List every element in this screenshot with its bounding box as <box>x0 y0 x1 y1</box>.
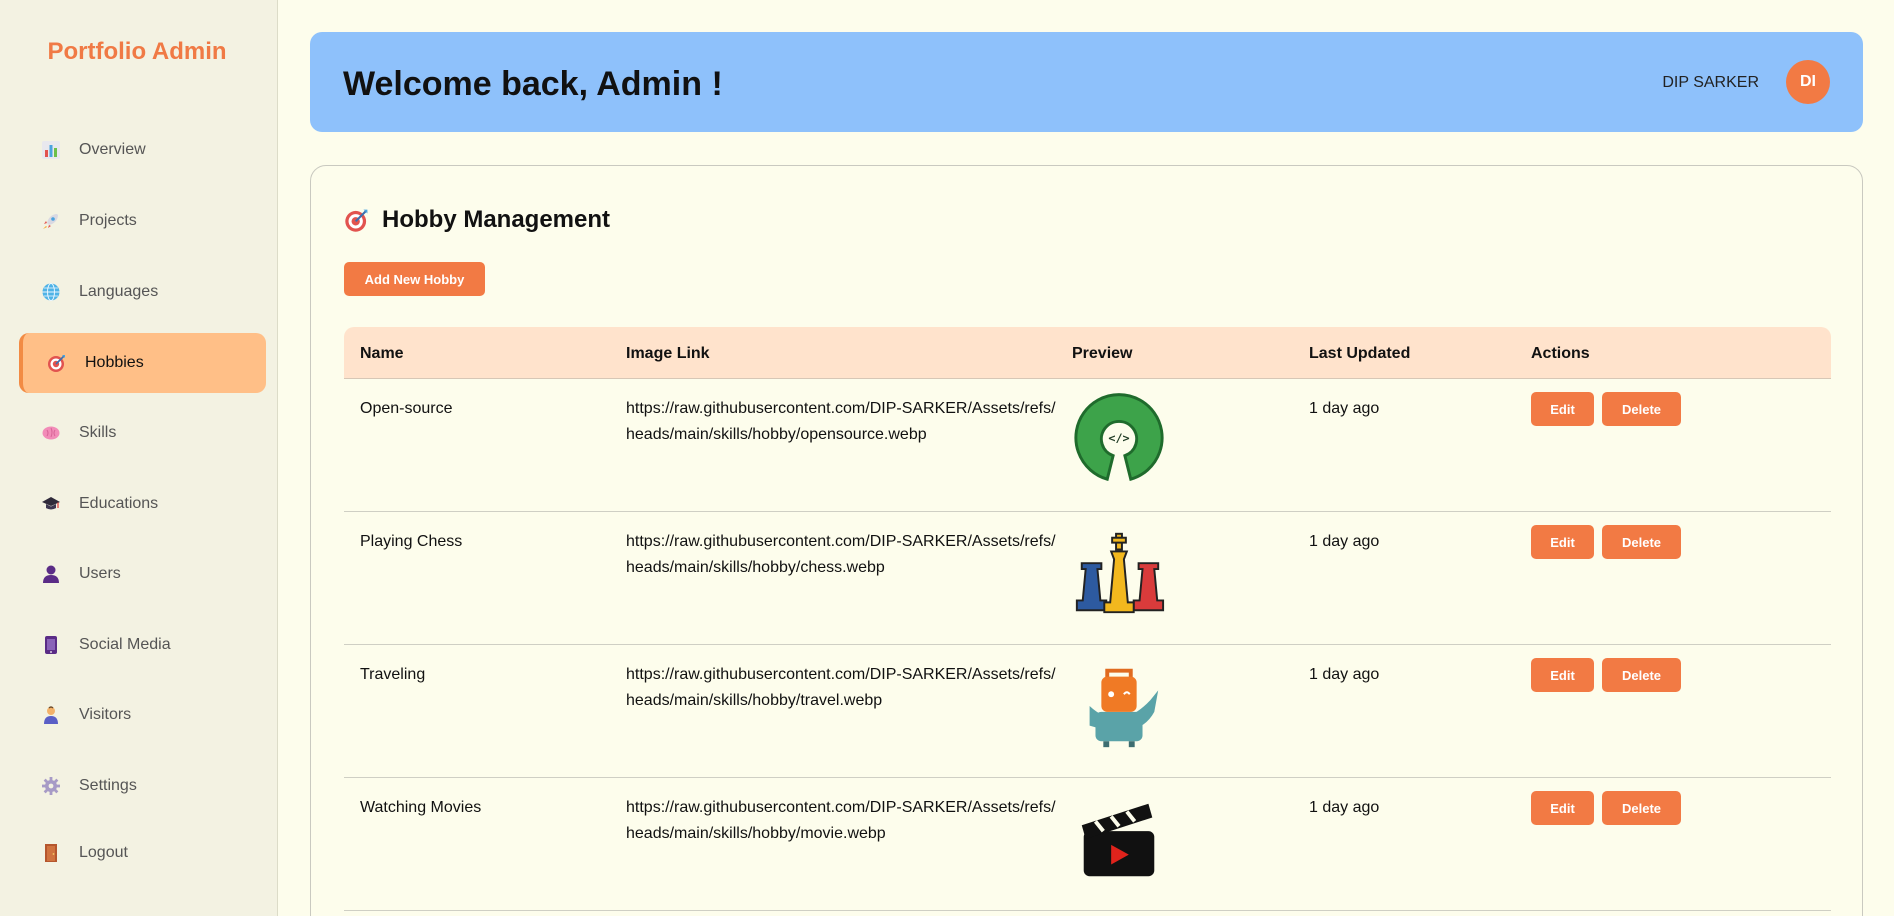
row-actions: Edit Delete <box>1531 658 1681 692</box>
open-source-icon: </> <box>1070 391 1168 489</box>
sidebar-item-settings[interactable]: Settings <box>19 756 266 816</box>
column-header-last-updated: Last Updated <box>1309 345 1411 362</box>
table-row: Playing Chess https://raw.githubusercont… <box>344 512 1831 645</box>
hobby-table: Name Image Link Preview Last Updated Act… <box>344 327 1831 911</box>
sidebar-item-hobbies[interactable]: Hobbies <box>19 333 266 393</box>
row-actions: Edit Delete <box>1531 392 1681 426</box>
sidebar-item-label: Visitors <box>79 706 132 723</box>
hobby-management-panel: Hobby Management Add New Hobby Name Imag… <box>310 165 1863 916</box>
delete-button[interactable]: Delete <box>1602 658 1681 692</box>
welcome-header: Welcome back, Admin ! DIP SARKER DI <box>310 32 1863 132</box>
sidebar-item-skills[interactable]: Skills <box>19 403 266 463</box>
sidebar-item-label: Educations <box>79 495 159 512</box>
user-name: DIP SARKER <box>1662 74 1759 91</box>
sidebar-item-label: Settings <box>79 777 137 794</box>
delete-button[interactable]: Delete <box>1602 525 1681 559</box>
row-actions: Edit Delete <box>1531 791 1681 825</box>
gear-icon <box>41 776 61 796</box>
edit-button[interactable]: Edit <box>1531 392 1594 426</box>
last-updated: 1 day ago <box>1309 799 1380 816</box>
table-row: Open-source https://raw.githubuserconten… <box>344 379 1831 512</box>
delete-button[interactable]: Delete <box>1602 791 1681 825</box>
last-updated: 1 day ago <box>1309 666 1380 683</box>
edit-button[interactable]: Edit <box>1531 658 1594 692</box>
target-icon <box>344 207 370 233</box>
rocket-icon <box>41 211 61 231</box>
delete-button[interactable]: Delete <box>1602 392 1681 426</box>
sidebar-item-visitors[interactable]: Visitors <box>19 685 266 745</box>
globe-icon <box>41 282 61 302</box>
sidebar: Portfolio Admin Overview Projects Langua… <box>0 0 278 916</box>
hobby-name: Watching Movies <box>360 799 482 816</box>
brain-icon <box>41 423 61 443</box>
row-actions: Edit Delete <box>1531 525 1681 559</box>
chess-pieces-icon <box>1070 524 1168 622</box>
sidebar-item-social-media[interactable]: Social Media <box>19 615 266 675</box>
welcome-title: Welcome back, Admin ! <box>343 65 723 103</box>
column-header-image-link: Image Link <box>626 345 710 362</box>
hobby-name: Open-source <box>360 400 453 417</box>
column-header-preview: Preview <box>1072 345 1133 362</box>
edit-button[interactable]: Edit <box>1531 525 1594 559</box>
clapperboard-icon <box>1070 790 1168 888</box>
door-icon <box>41 843 61 863</box>
avatar[interactable]: DI <box>1786 60 1830 104</box>
phone-icon <box>41 635 61 655</box>
user-icon <box>41 564 61 584</box>
sidebar-item-label: Overview <box>79 141 146 158</box>
sidebar-item-label: Projects <box>79 212 137 229</box>
image-link: https://raw.githubusercontent.com/DIP-SA… <box>626 533 1056 576</box>
add-new-hobby-button[interactable]: Add New Hobby <box>344 262 485 296</box>
hobby-name: Playing Chess <box>360 533 463 550</box>
last-updated: 1 day ago <box>1309 533 1380 550</box>
column-header-actions: Actions <box>1531 345 1590 362</box>
page-title-text: Hobby Management <box>382 206 611 233</box>
sidebar-item-label: Logout <box>79 844 128 861</box>
brand-title: Portfolio Admin <box>47 38 227 65</box>
sidebar-item-projects[interactable]: Projects <box>19 191 266 251</box>
target-icon <box>47 353 67 373</box>
sidebar-item-logout[interactable]: Logout <box>19 823 266 883</box>
svg-text:</>: </> <box>1108 431 1129 445</box>
image-link: https://raw.githubusercontent.com/DIP-SA… <box>626 799 1056 842</box>
image-link: https://raw.githubusercontent.com/DIP-SA… <box>626 666 1056 709</box>
table-header: Name Image Link Preview Last Updated Act… <box>344 327 1831 379</box>
sidebar-item-label: Hobbies <box>85 354 144 371</box>
sidebar-item-label: Languages <box>79 283 159 300</box>
table-row: Traveling https://raw.githubusercontent.… <box>344 645 1831 778</box>
page-title: Hobby Management <box>344 206 610 234</box>
hobby-name: Traveling <box>360 666 426 683</box>
sidebar-item-label: Skills <box>79 424 117 441</box>
sidebar-item-users[interactable]: Users <box>19 544 266 604</box>
table-row: Watching Movies https://raw.githubuserco… <box>344 778 1831 911</box>
sidebar-item-label: Users <box>79 565 121 582</box>
person-icon <box>41 705 61 725</box>
column-header-name: Name <box>360 345 404 362</box>
last-updated: 1 day ago <box>1309 400 1380 417</box>
sidebar-item-educations[interactable]: Educations <box>19 474 266 534</box>
suitcase-icon <box>1070 657 1168 755</box>
bar-chart-icon <box>41 140 61 160</box>
edit-button[interactable]: Edit <box>1531 791 1594 825</box>
sidebar-item-languages[interactable]: Languages <box>19 262 266 322</box>
graduation-cap-icon <box>41 494 61 514</box>
image-link: https://raw.githubusercontent.com/DIP-SA… <box>626 400 1056 443</box>
sidebar-item-label: Social Media <box>79 636 171 653</box>
sidebar-item-overview[interactable]: Overview <box>19 120 266 180</box>
